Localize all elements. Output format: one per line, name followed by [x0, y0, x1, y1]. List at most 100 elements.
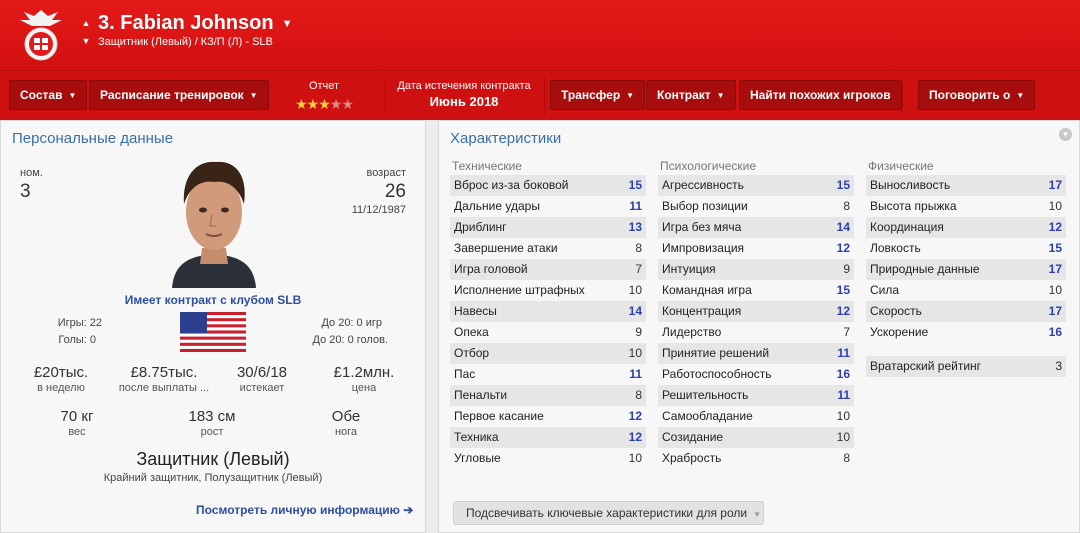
attribute-row[interactable]: Исполнение штрафных 10: [450, 280, 646, 301]
contract-button[interactable]: Контракт ▼: [646, 80, 736, 110]
attribute-value: 11: [837, 388, 850, 402]
attribute-name: Импровизация: [662, 241, 745, 255]
attribute-row[interactable]: Опека 9: [450, 322, 646, 343]
player-photo: [166, 152, 262, 288]
attribute-value: 10: [1048, 199, 1062, 213]
foot-label: нога: [334, 426, 358, 438]
attribute-row[interactable]: Игра без мяча 14: [658, 217, 854, 238]
attribute-row[interactable]: Отбор 10: [450, 343, 646, 364]
attribute-name: Отбор: [454, 346, 490, 360]
attribute-row[interactable]: Интуиция 9: [658, 259, 854, 280]
attribute-value: 10: [836, 430, 850, 444]
position-title: Защитник (Левый): [136, 449, 290, 469]
training-label: Расписание тренировок: [100, 88, 244, 102]
attribute-row[interactable]: Первое касание 12: [450, 406, 646, 427]
attribute-row[interactable]: Техника 12: [450, 427, 646, 448]
attribute-row[interactable]: Решительность 11: [658, 385, 854, 406]
attribute-name: Интуиция: [662, 262, 716, 276]
divider: [544, 77, 545, 115]
find-similar-button[interactable]: Найти похожих игроков: [739, 80, 902, 110]
expires-stat: 30/6/18 истекает: [224, 364, 300, 394]
attribute-row[interactable]: Скорость 17: [866, 301, 1066, 322]
attribute-row[interactable]: Игра головой 7: [450, 259, 646, 280]
previous-player-icon[interactable]: ▲: [80, 14, 92, 32]
attribute-name: Командная игра: [662, 283, 752, 297]
attribute-value: 17: [1048, 262, 1062, 276]
player-nav-arrows[interactable]: ▲ ▼: [80, 14, 92, 50]
view-personal-link[interactable]: Посмотреть личную информацию ➔: [196, 503, 413, 517]
attribute-name: Игра без мяча: [662, 220, 742, 234]
u20-goals: До 20: 0 голов.: [312, 334, 388, 346]
attribute-row[interactable]: Выбор позиции 8: [658, 196, 854, 217]
attribute-name: Принятие решений: [662, 346, 770, 360]
attribute-row[interactable]: Пенальти 8: [450, 385, 646, 406]
price-stat: £1.2млн. цена: [318, 364, 410, 394]
weight-stat: 70 кг вес: [36, 408, 118, 438]
chevron-down-icon: ▼: [626, 90, 635, 100]
transfer-button[interactable]: Трансфер ▼: [550, 80, 646, 110]
training-button[interactable]: Расписание тренировок ▼: [89, 80, 269, 110]
attribute-value: 11: [837, 346, 850, 360]
attribute-row[interactable]: Вброс из-за боковой 15: [450, 175, 646, 196]
attribute-row[interactable]: Дальние удары 11: [450, 196, 646, 217]
attribute-row[interactable]: Дриблинг 13: [450, 217, 646, 238]
attribute-row[interactable]: Принятие решений 11: [658, 343, 854, 364]
report-widget[interactable]: Отчет ★★★★★: [264, 80, 384, 113]
attribute-value: 7: [635, 262, 642, 276]
number-label: ном.: [20, 167, 43, 179]
attribute-row[interactable]: Сила 10: [866, 280, 1066, 301]
attribute-name: Созидание: [662, 430, 724, 444]
role-highlight-label: Подсвечивать ключевые характеристики для…: [466, 506, 748, 520]
attribute-row[interactable]: Ловкость 15: [866, 238, 1066, 259]
attribute-row[interactable]: Концентрация 12: [658, 301, 854, 322]
attribute-row[interactable]: Завершение атаки 8: [450, 238, 646, 259]
squad-button[interactable]: Состав ▼: [9, 80, 88, 110]
attribute-row[interactable]: Созидание 10: [658, 427, 854, 448]
squad-label: Состав: [20, 88, 63, 102]
attribute-row[interactable]: Агрессивность 15: [658, 175, 854, 196]
attribute-name: Завершение атаки: [454, 241, 558, 255]
star-icon: ★: [295, 96, 308, 112]
contract-status[interactable]: Имеет контракт с клубом SLB: [108, 293, 318, 307]
attribute-value: 17: [1048, 304, 1062, 318]
attribute-row[interactable]: Навесы 14: [450, 301, 646, 322]
role-highlight-dropdown[interactable]: Подсвечивать ключевые характеристики для…: [453, 501, 764, 525]
attribute-row[interactable]: Самообладание 10: [658, 406, 854, 427]
attribute-row[interactable]: Работоспособность 16: [658, 364, 854, 385]
attribute-row[interactable]: Пас 11: [450, 364, 646, 385]
attribute-name: Агрессивность: [662, 178, 744, 192]
player-name[interactable]: 3. Fabian Johnson ▼: [98, 12, 292, 35]
goals-count: Голы: 0: [58, 334, 96, 346]
attribute-row[interactable]: Природные данные 17: [866, 259, 1066, 280]
attribute-row[interactable]: Храбрость 8: [658, 448, 854, 469]
attribute-row[interactable]: Ускорение 16: [866, 322, 1066, 343]
attribute-value: 10: [836, 409, 850, 423]
attribute-value: 10: [628, 346, 642, 360]
after-tax-value: £8.75тыс.: [130, 364, 198, 381]
talk-button[interactable]: Поговорить о ▼: [918, 80, 1036, 110]
attribute-name: Техника: [454, 430, 499, 444]
attribute-name: Игра головой: [454, 262, 528, 276]
attribute-row[interactable]: Высота прыжка 10: [866, 196, 1066, 217]
attribute-value: 14: [836, 220, 850, 234]
chevron-down-icon: ▼: [68, 90, 77, 100]
wage-value: £20тыс.: [33, 364, 89, 381]
expires-label: истекает: [239, 382, 285, 394]
chevron-down-icon[interactable]: ▼: [282, 18, 293, 30]
height-label: рост: [200, 426, 224, 438]
collapse-icon[interactable]: ▼: [1059, 128, 1072, 141]
attribute-name: Выбор позиции: [662, 199, 748, 213]
attribute-row[interactable]: Командная игра 15: [658, 280, 854, 301]
attribute-row[interactable]: Импровизация 12: [658, 238, 854, 259]
foot-value: Обе: [331, 408, 361, 425]
attribute-name: Пас: [454, 367, 476, 381]
attribute-row[interactable]: Координация 12: [866, 217, 1066, 238]
next-player-icon[interactable]: ▼: [80, 32, 92, 50]
attribute-row[interactable]: Лидерство 7: [658, 322, 854, 343]
attribute-name: Опека: [454, 325, 489, 339]
divider: [902, 77, 903, 115]
attribute-value: 12: [628, 430, 642, 444]
attribute-row[interactable]: Выносливость 17: [866, 175, 1066, 196]
attribute-row[interactable]: Угловые 10: [450, 448, 646, 469]
attribute-value: 14: [628, 304, 642, 318]
